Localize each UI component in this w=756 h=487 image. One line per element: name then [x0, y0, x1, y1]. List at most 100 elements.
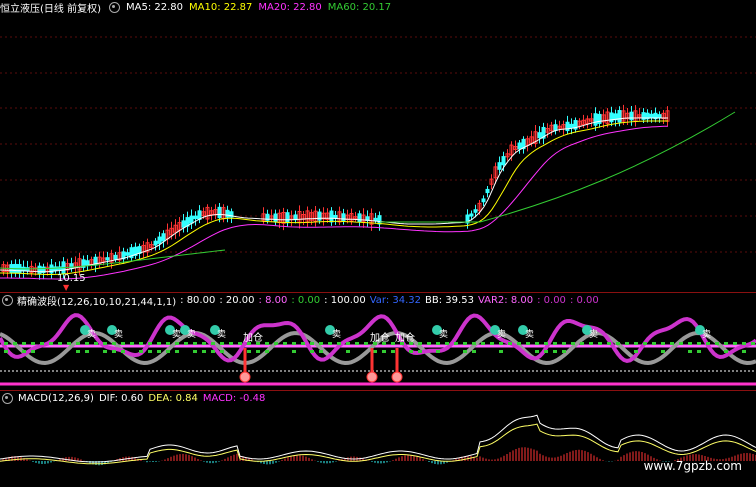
signal-dot — [715, 342, 719, 345]
add-label: 加仓 — [395, 331, 415, 344]
signal-dot — [571, 342, 575, 345]
candle-body — [153, 240, 158, 246]
signal-dot — [22, 350, 26, 353]
sell-label: 卖 — [497, 329, 506, 340]
signal-dot — [517, 342, 521, 345]
signal-dot — [4, 350, 8, 353]
signal-dot — [418, 342, 422, 345]
candle-body — [293, 214, 298, 221]
low-price-label: 10.15 — [57, 273, 86, 284]
signal-dot — [166, 342, 170, 345]
signal-dot — [625, 342, 629, 345]
signal-dot — [193, 342, 197, 345]
signal-dot — [175, 342, 179, 345]
macd-value: MACD: -0.48 — [202, 392, 266, 404]
signal-dot — [319, 350, 323, 353]
signal-dot — [175, 350, 179, 353]
candle-body — [193, 215, 198, 220]
indicator-v6: : 0.00 — [537, 294, 566, 306]
signal-dot — [553, 342, 557, 345]
indicator-bb: BB: 39.53 — [425, 294, 474, 306]
signal-dot — [13, 342, 17, 345]
signal-dot — [688, 350, 692, 353]
signal-dot — [544, 342, 548, 345]
signal-dot — [139, 342, 143, 345]
signal-dot — [436, 350, 440, 353]
signal-dot — [31, 342, 35, 345]
candle-body — [649, 113, 654, 119]
signal-dot — [139, 350, 143, 353]
signal-dot — [112, 350, 116, 353]
signal-dot — [229, 342, 233, 345]
signal-dot — [310, 350, 314, 353]
candle-body — [105, 257, 110, 261]
signal-dot — [544, 350, 548, 353]
signal-dot — [508, 342, 512, 345]
signal-dot — [85, 342, 89, 345]
signal-dot — [382, 350, 386, 353]
ma60-line — [0, 111, 736, 270]
signal-dot — [607, 342, 611, 345]
ma5-value: MA5: 22.80 — [125, 1, 183, 13]
signal-dot — [265, 342, 269, 345]
stock-title: 恒立液压(日线 前复权) — [0, 3, 101, 15]
signal-dot — [409, 350, 413, 353]
signal-dot — [148, 350, 152, 353]
indicator-var2: VAR2: 8.00 — [477, 294, 534, 306]
signal-dot — [463, 342, 467, 345]
signal-dot — [364, 342, 368, 345]
signal-dot — [193, 350, 197, 353]
signal-dot — [238, 342, 242, 345]
signal-dot — [85, 350, 89, 353]
dif-line — [0, 414, 756, 463]
indicator-gear-icon[interactable] — [2, 294, 13, 306]
ma60-value: MA60: 20.17 — [327, 1, 392, 13]
indicator-v3: : 8.00 — [258, 294, 288, 306]
candle-body — [85, 260, 90, 266]
sell-label: 卖 — [87, 329, 96, 340]
candle-body — [469, 213, 474, 217]
signal-dot — [121, 350, 125, 353]
signal-dot — [337, 342, 341, 345]
signal-dot — [121, 342, 125, 345]
signal-dot — [472, 342, 476, 345]
indicator-v2: : 20.00 — [219, 294, 255, 306]
signal-dot — [634, 342, 638, 345]
signal-dot — [418, 350, 422, 353]
signal-dot — [562, 350, 566, 353]
signal-dot — [355, 342, 359, 345]
signal-dot — [490, 342, 494, 345]
signal-dot — [742, 342, 746, 345]
sell-label: 卖 — [332, 329, 341, 340]
signal-dot — [481, 342, 485, 345]
indicator-panel: 卖卖卖卖卖卖卖卖卖卖卖加仓 加仓 加仓 精确波段(12,26,10,10,21,44… — [0, 293, 756, 390]
signal-dot — [283, 342, 287, 345]
indicator-v5: : 100.00 — [324, 294, 366, 306]
signal-dot — [724, 350, 728, 353]
add-label: 加仓 — [370, 331, 390, 344]
settings-gear-icon[interactable] — [108, 1, 120, 13]
indicator-v1: : 80.00 — [180, 294, 216, 306]
macd-gear-icon[interactable] — [2, 392, 13, 404]
ma10-value: MA10: 22.87 — [189, 1, 253, 13]
signal-dot — [589, 342, 593, 345]
candle-body — [617, 110, 622, 123]
signal-dot — [202, 350, 206, 353]
candle-body — [485, 188, 490, 194]
sell-label: 卖 — [172, 329, 181, 340]
signal-dot — [211, 342, 215, 345]
signal-dot — [76, 350, 80, 353]
indicator-chart: 卖卖卖卖卖卖卖卖卖卖卖加仓 加仓 加仓 — [0, 313, 756, 386]
add-marker-icon — [366, 371, 378, 383]
signal-dot — [220, 342, 224, 345]
add-marker-icon — [391, 371, 403, 383]
signal-dot — [535, 342, 539, 345]
ma20-line — [0, 125, 669, 280]
signal-dot — [49, 342, 53, 345]
signal-dot — [724, 342, 728, 345]
price-legend: 恒立液压(日线 前复权) MA5: 22.80 MA10: 22.87 MA20… — [0, 0, 392, 15]
signal-dot — [31, 350, 35, 353]
macd-dea: DEA: 0.84 — [148, 392, 198, 404]
candle-body — [657, 114, 662, 118]
signal-dot — [265, 350, 269, 353]
